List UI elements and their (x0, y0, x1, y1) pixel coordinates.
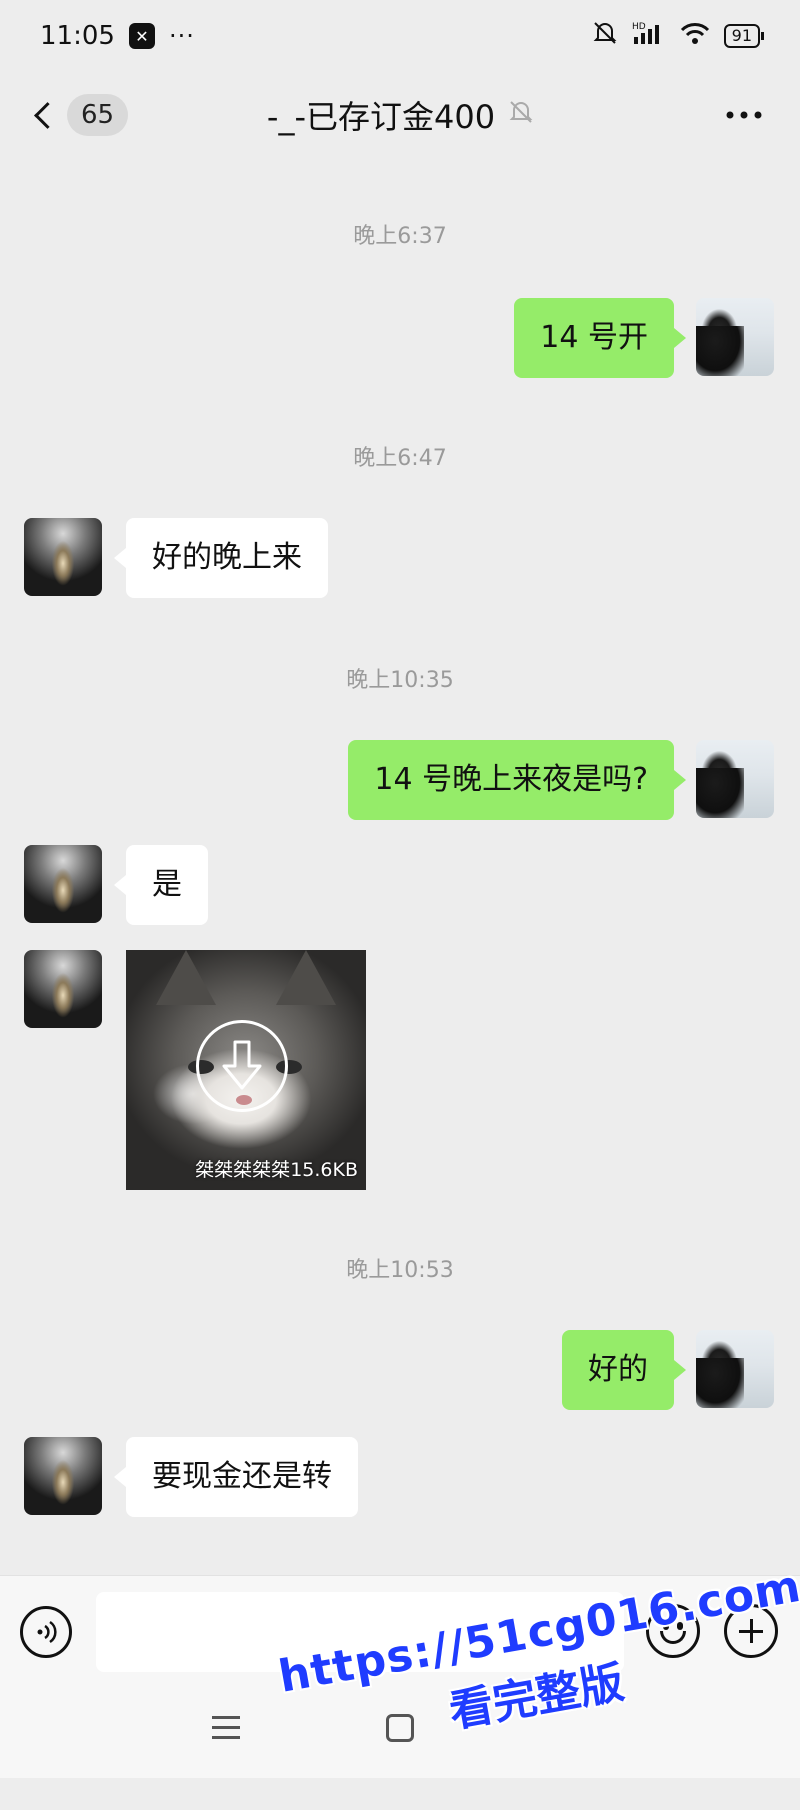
message-bubble-received[interactable]: 好的晚上来 (114, 518, 328, 598)
sticker-ear (276, 950, 336, 1005)
emoji-icon (663, 1622, 669, 1630)
app-badge-icon: ✕ (128, 23, 155, 49)
timestamp: 晚上10:35 (346, 668, 454, 693)
sticker-caption-text: 桀桀桀桀桀 (195, 1159, 291, 1181)
network-label: HD (632, 22, 646, 32)
emoji-button[interactable] (646, 1604, 700, 1658)
battery-indicator: 91 (723, 24, 765, 48)
voice-icon (37, 1620, 57, 1644)
unread-count-badge: 65 (67, 94, 129, 136)
input-bar (0, 1575, 800, 1688)
system-nav-bar (0, 1688, 800, 1778)
my-avatar[interactable] (696, 1330, 774, 1408)
silent-bell-icon (592, 20, 618, 53)
message-bubble-received[interactable]: 要现金还是转 (114, 1437, 358, 1517)
my-avatar[interactable] (696, 298, 774, 376)
status-more-icon: ··· (168, 22, 195, 50)
more-options-button[interactable] (726, 90, 762, 140)
signal-icon: HD (632, 20, 666, 53)
timestamp: 晚上6:37 (353, 224, 447, 249)
sticker-ear (156, 950, 216, 1005)
contact-avatar[interactable] (24, 845, 102, 923)
status-time: 11:05 (40, 21, 115, 51)
status-left: 11:05 ✕ ··· (40, 21, 195, 51)
menu-icon[interactable] (212, 1716, 240, 1740)
sticker-message[interactable]: 桀桀桀桀桀15.6KB (126, 950, 366, 1190)
message-bubble-received[interactable]: 是 (114, 845, 208, 925)
sticker-caption: 桀桀桀桀桀15.6KB (195, 1155, 358, 1182)
chevron-left-icon (34, 101, 61, 129)
download-icon[interactable] (196, 1020, 288, 1112)
wifi-icon (680, 21, 710, 52)
timestamp: 晚上10:53 (346, 1258, 454, 1283)
emoji-icon (677, 1622, 683, 1630)
bell-off-icon (509, 99, 533, 131)
message-bubble-sent[interactable]: 好的 (562, 1330, 686, 1410)
home-icon[interactable] (386, 1714, 414, 1742)
message-bubble-sent[interactable]: 14 号晚上来夜是吗? (348, 740, 686, 820)
contact-avatar[interactable] (24, 950, 102, 1028)
message-bubble-sent[interactable]: 14 号开 (514, 298, 686, 378)
contact-avatar[interactable] (24, 1437, 102, 1515)
message-input[interactable] (96, 1592, 624, 1672)
my-avatar[interactable] (696, 740, 774, 818)
contact-avatar[interactable] (24, 518, 102, 596)
chat-header: 65 -_-已存订金400 (0, 80, 800, 150)
plus-button[interactable] (724, 1604, 778, 1658)
chat-title: -_-已存订金400 (266, 98, 496, 136)
back-button[interactable]: 65 (30, 90, 129, 140)
status-right: HD 91 (592, 20, 765, 53)
voice-button[interactable] (20, 1606, 72, 1658)
more-horizontal-icon (726, 111, 762, 119)
timestamp: 晚上6:47 (353, 446, 447, 471)
sticker-file-size: 15.6KB (290, 1159, 358, 1181)
status-bar: 11:05 ✕ ··· HD 91 (0, 0, 800, 72)
emoji-icon (660, 1631, 686, 1644)
